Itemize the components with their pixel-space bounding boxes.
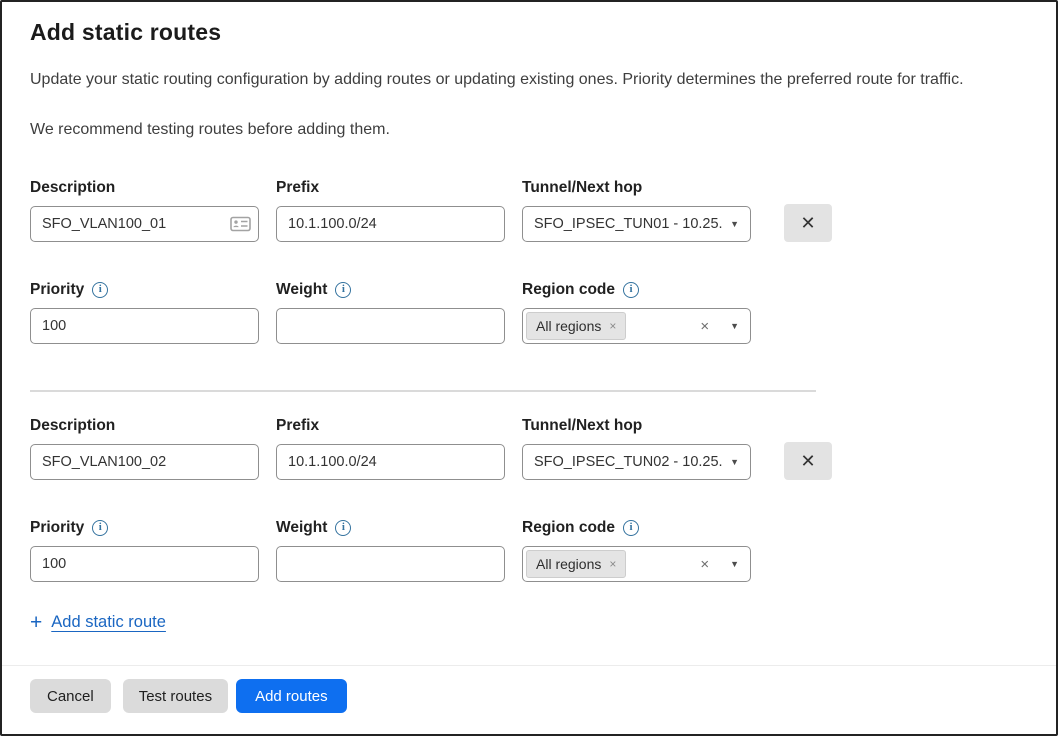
add-routes-button[interactable]: Add routes xyxy=(236,679,347,713)
region-chip-label: All regions xyxy=(536,318,601,334)
tunnel-select[interactable]: SFO_IPSEC_TUN01 - 10.25... ▼ xyxy=(522,206,751,242)
route-group-1: Description xyxy=(30,178,1028,344)
chip-remove-icon[interactable]: × xyxy=(609,558,616,570)
weight-label: Weight xyxy=(276,280,327,299)
priority-label: Priority xyxy=(30,280,84,299)
weight-label: Weight xyxy=(276,518,327,537)
chevron-down-icon: ▼ xyxy=(730,559,739,569)
dialog-note: We recommend testing routes before addin… xyxy=(30,120,1028,140)
weight-info-icon[interactable]: i xyxy=(335,520,351,536)
tunnel-label: Tunnel/Next hop xyxy=(522,416,642,435)
add-static-route-link[interactable]: + Add static route xyxy=(30,612,166,633)
prefix-label: Prefix xyxy=(276,416,319,435)
dialog-footer: Cancel Test routes Add routes xyxy=(2,665,1056,713)
description-input[interactable] xyxy=(30,444,259,480)
chevron-down-icon: ▼ xyxy=(730,219,739,229)
clear-selection-icon[interactable]: × xyxy=(700,557,709,572)
contact-card-icon[interactable] xyxy=(230,217,251,232)
tunnel-selected-value: SFO_IPSEC_TUN01 - 10.25... xyxy=(534,216,722,232)
description-input[interactable] xyxy=(30,206,259,242)
cancel-button[interactable]: Cancel xyxy=(30,679,111,713)
route-group-2: Description Prefix Tunnel/Next hop xyxy=(30,416,1028,582)
weight-info-icon[interactable]: i xyxy=(335,282,351,298)
region-code-label: Region code xyxy=(522,518,615,537)
test-routes-button[interactable]: Test routes xyxy=(123,679,228,713)
chip-remove-icon[interactable]: × xyxy=(609,320,616,332)
add-static-routes-dialog: Add static routes Update your static rou… xyxy=(0,0,1058,736)
region-code-multiselect[interactable]: All regions × × ▼ xyxy=(522,546,751,582)
add-static-route-link-label: Add static route xyxy=(51,613,166,632)
tunnel-label: Tunnel/Next hop xyxy=(522,178,642,197)
region-chip[interactable]: All regions × xyxy=(526,312,626,340)
prefix-input[interactable] xyxy=(276,206,505,242)
plus-icon: + xyxy=(30,612,42,633)
weight-input[interactable] xyxy=(276,308,505,344)
dialog-description: Update your static routing configuration… xyxy=(30,70,1028,90)
page-title: Add static routes xyxy=(30,18,1028,46)
clear-selection-icon[interactable]: × xyxy=(700,319,709,334)
remove-route-button[interactable]: ✕ xyxy=(784,442,832,480)
weight-input[interactable] xyxy=(276,546,505,582)
prefix-input[interactable] xyxy=(276,444,505,480)
region-code-info-icon[interactable]: i xyxy=(623,520,639,536)
static-routes-form: Description xyxy=(30,178,1028,633)
tunnel-select[interactable]: SFO_IPSEC_TUN02 - 10.25... ▼ xyxy=(522,444,751,480)
description-label: Description xyxy=(30,416,115,435)
close-icon: ✕ xyxy=(800,214,815,232)
route-group-divider xyxy=(30,390,816,392)
chevron-down-icon: ▼ xyxy=(730,457,739,467)
close-icon: ✕ xyxy=(800,452,815,470)
region-chip-label: All regions xyxy=(536,556,601,572)
priority-info-icon[interactable]: i xyxy=(92,282,108,298)
prefix-label: Prefix xyxy=(276,178,319,197)
priority-info-icon[interactable]: i xyxy=(92,520,108,536)
chevron-down-icon: ▼ xyxy=(730,321,739,331)
description-label: Description xyxy=(30,178,115,197)
priority-input[interactable] xyxy=(30,546,259,582)
region-code-multiselect[interactable]: All regions × × ▼ xyxy=(522,308,751,344)
remove-route-button[interactable]: ✕ xyxy=(784,204,832,242)
region-code-label: Region code xyxy=(522,280,615,299)
tunnel-selected-value: SFO_IPSEC_TUN02 - 10.25... xyxy=(534,454,722,470)
region-chip[interactable]: All regions × xyxy=(526,550,626,578)
priority-input[interactable] xyxy=(30,308,259,344)
priority-label: Priority xyxy=(30,518,84,537)
region-code-info-icon[interactable]: i xyxy=(623,282,639,298)
